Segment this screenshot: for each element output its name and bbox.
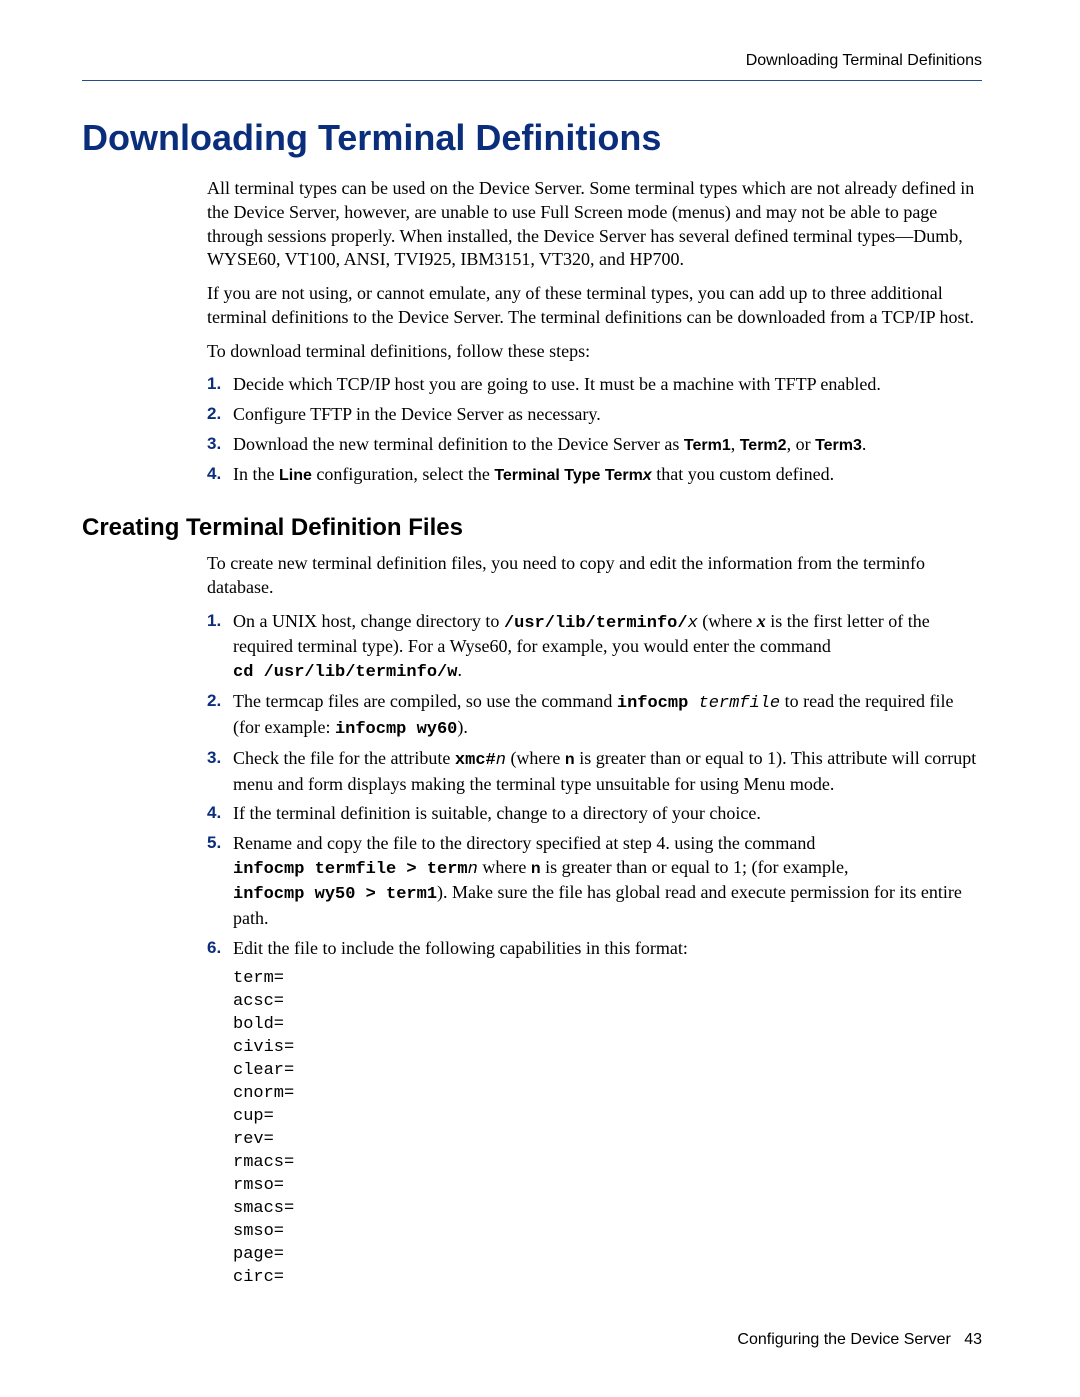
var-x: x: [757, 611, 766, 631]
infocmp-wy60: infocmp wy60: [335, 720, 457, 739]
term1: Term1: [684, 437, 731, 454]
infocmp-cmd: infocmp: [617, 694, 699, 713]
step-number: 6.: [207, 937, 233, 1290]
step-3: 3. Download the new terminal definition …: [207, 433, 982, 457]
t: On a UNIX host, change directory to: [233, 611, 504, 631]
download-steps: 1. Decide which TCP/IP host you are goin…: [207, 373, 982, 486]
terminal-type: Terminal Type Term: [494, 467, 642, 484]
page-header-right: Downloading Terminal Definitions: [82, 52, 982, 70]
step-number: 3.: [207, 747, 233, 796]
step-text: Download the new terminal definition to …: [233, 433, 982, 457]
page-title: Downloading Terminal Definitions: [82, 117, 982, 159]
step-text: In the Line configuration, select the Te…: [233, 463, 982, 487]
t: that you custom defined.: [652, 464, 834, 484]
cstep-4: 4. If the terminal definition is suitabl…: [207, 802, 982, 826]
step-number: 5.: [207, 832, 233, 930]
footer-text: Configuring the Device Server: [737, 1331, 950, 1348]
t: .: [457, 660, 462, 680]
var-n: n: [468, 860, 478, 879]
t: (where: [506, 748, 565, 768]
term3: Term3: [815, 437, 862, 454]
t: Rename and copy the file to the director…: [233, 833, 815, 853]
capabilities-list: term= acsc= bold= civis= clear= cnorm= c…: [233, 968, 982, 1289]
t: .: [862, 434, 867, 454]
cstep-5: 5. Rename and copy the file to the direc…: [207, 832, 982, 930]
t: ).: [457, 717, 468, 737]
step-text: The termcap files are compiled, so use t…: [233, 690, 982, 741]
intro-p1: All terminal types can be used on the De…: [207, 177, 982, 272]
t: , or: [787, 434, 816, 454]
header-rule: [82, 80, 982, 81]
var-n: n: [531, 860, 541, 877]
step-4: 4. In the Line configuration, select the…: [207, 463, 982, 487]
t: The termcap files are compiled, so use t…: [233, 691, 617, 711]
step-text: On a UNIX host, change directory to /usr…: [233, 610, 982, 685]
termx: x: [643, 467, 652, 484]
xmc-attr: xmc#: [455, 751, 496, 770]
term2: Term2: [740, 437, 787, 454]
step-number: 1.: [207, 373, 233, 397]
step-text: Configure TFTP in the Device Server as n…: [233, 403, 982, 427]
step-number: 2.: [207, 690, 233, 741]
cd-command: cd /usr/lib/terminfo/w: [233, 663, 457, 682]
cstep-3: 3. Check the file for the attribute xmc#…: [207, 747, 982, 796]
cstep-1: 1. On a UNIX host, change directory to /…: [207, 610, 982, 685]
t: (where: [698, 611, 757, 631]
intro-p3: To download terminal definitions, follow…: [207, 340, 982, 364]
page-footer: Configuring the Device Server 43: [737, 1331, 982, 1349]
step-text: If the terminal definition is suitable, …: [233, 802, 982, 826]
step-text: Check the file for the attribute xmc#n (…: [233, 747, 982, 796]
t: Check the file for the attribute: [233, 748, 455, 768]
step-2: 2. Configure TFTP in the Device Server a…: [207, 403, 982, 427]
cstep-6: 6. Edit the file to include the followin…: [207, 937, 982, 1290]
step-number: 1.: [207, 610, 233, 685]
t: configuration, select the: [312, 464, 494, 484]
t: is greater than or equal to 1; (for exam…: [541, 857, 849, 877]
line-config: Line: [279, 467, 312, 484]
rename-cmd: infocmp termfile > term: [233, 860, 468, 879]
step-1: 1. Decide which TCP/IP host you are goin…: [207, 373, 982, 397]
example-cmd: infocmp wy50 > term1: [233, 885, 437, 904]
cstep-2: 2. The termcap files are compiled, so us…: [207, 690, 982, 741]
t: In the: [233, 464, 279, 484]
page-number: 43: [964, 1331, 982, 1348]
create-block: To create new terminal definition files,…: [207, 552, 982, 1289]
t: Edit the file to include the following c…: [233, 938, 688, 958]
step-number: 2.: [207, 403, 233, 427]
section-heading: Creating Terminal Definition Files: [82, 514, 982, 542]
document-page: Downloading Terminal Definitions Downloa…: [0, 0, 1080, 1397]
var-x: x: [688, 614, 698, 633]
step-number: 3.: [207, 433, 233, 457]
intro-block: All terminal types can be used on the De…: [207, 177, 982, 486]
step-number: 4.: [207, 802, 233, 826]
step-text: Edit the file to include the following c…: [233, 937, 982, 1290]
termfile-var: termfile: [699, 694, 781, 713]
step-text: Rename and copy the file to the director…: [233, 832, 982, 930]
create-steps: 1. On a UNIX host, change directory to /…: [207, 610, 982, 1290]
intro-p2: If you are not using, or cannot emulate,…: [207, 282, 982, 330]
var-n: n: [565, 751, 575, 768]
var-n: n: [496, 751, 506, 770]
t: Download the new terminal definition to …: [233, 434, 684, 454]
t: ,: [731, 434, 740, 454]
create-p1: To create new terminal definition files,…: [207, 552, 982, 600]
t: where: [478, 857, 531, 877]
step-number: 4.: [207, 463, 233, 487]
step-text: Decide which TCP/IP host you are going t…: [233, 373, 982, 397]
terminfo-path: /usr/lib/terminfo/: [504, 614, 688, 633]
